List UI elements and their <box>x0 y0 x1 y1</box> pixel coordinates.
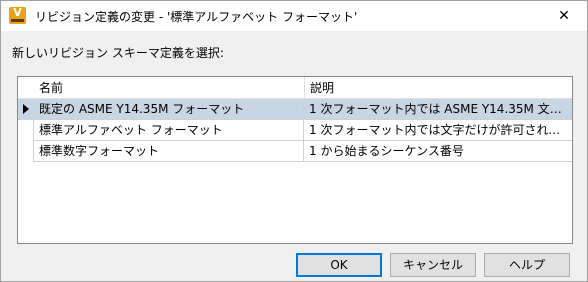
row-description-cell[interactable]: 1 から始まるシーケンス番号 <box>304 141 572 162</box>
help-button[interactable]: ヘルプ <box>484 253 570 277</box>
table-row[interactable]: 既定の ASME Y14.35M フォーマット 1 次フォーマット内では ASM… <box>18 99 572 120</box>
table-row[interactable]: 標準数字フォーマット 1 から始まるシーケンス番号 <box>18 141 572 162</box>
app-icon: V <box>9 7 26 24</box>
ok-button[interactable]: OK <box>296 253 382 277</box>
row-name-cell[interactable]: 標準数字フォーマット <box>34 141 304 162</box>
row-name-cell[interactable]: 既定の ASME Y14.35M フォーマット <box>34 99 304 120</box>
row-indicator <box>18 120 34 141</box>
table-row[interactable]: 標準アルファベット フォーマット 1 次フォーマット内では文字だけが許可されてい… <box>18 120 572 141</box>
current-row-arrow-icon <box>23 104 29 114</box>
row-indicator <box>18 141 34 162</box>
row-description-cell[interactable]: 1 次フォーマット内では ASME Y14.35M 文字だけが許可されています <box>304 99 572 120</box>
select-prompt-label: 新しいリビジョン スキーマ定義を選択: <box>12 46 224 60</box>
list-header: 名前 説明 <box>18 77 572 99</box>
column-header-name[interactable]: 名前 <box>34 77 304 99</box>
cancel-button[interactable]: キャンセル <box>390 253 476 277</box>
title-bar[interactable]: V リビジョン定義の変更 - '標準アルファベット フォーマット' ✕ <box>1 1 587 31</box>
window-title: リビジョン定義の変更 - '標準アルファベット フォーマット' <box>35 10 358 24</box>
app-icon-glyph: V <box>13 6 22 19</box>
row-name-cell[interactable]: 標準アルファベット フォーマット <box>34 120 304 141</box>
close-icon[interactable]: ✕ <box>541 1 587 31</box>
dialog-window: V リビジョン定義の変更 - '標準アルファベット フォーマット' ✕ 新しいリ… <box>0 0 588 282</box>
header-indicator-column <box>18 77 34 99</box>
app-icon-bar <box>11 19 24 22</box>
column-header-description[interactable]: 説明 <box>304 77 572 99</box>
row-indicator <box>18 99 34 120</box>
revision-schema-list[interactable]: 名前 説明 既定の ASME Y14.35M フォーマット 1 次フォーマット内… <box>17 76 573 244</box>
row-description-cell[interactable]: 1 次フォーマット内では文字だけが許可されています <box>304 120 572 141</box>
